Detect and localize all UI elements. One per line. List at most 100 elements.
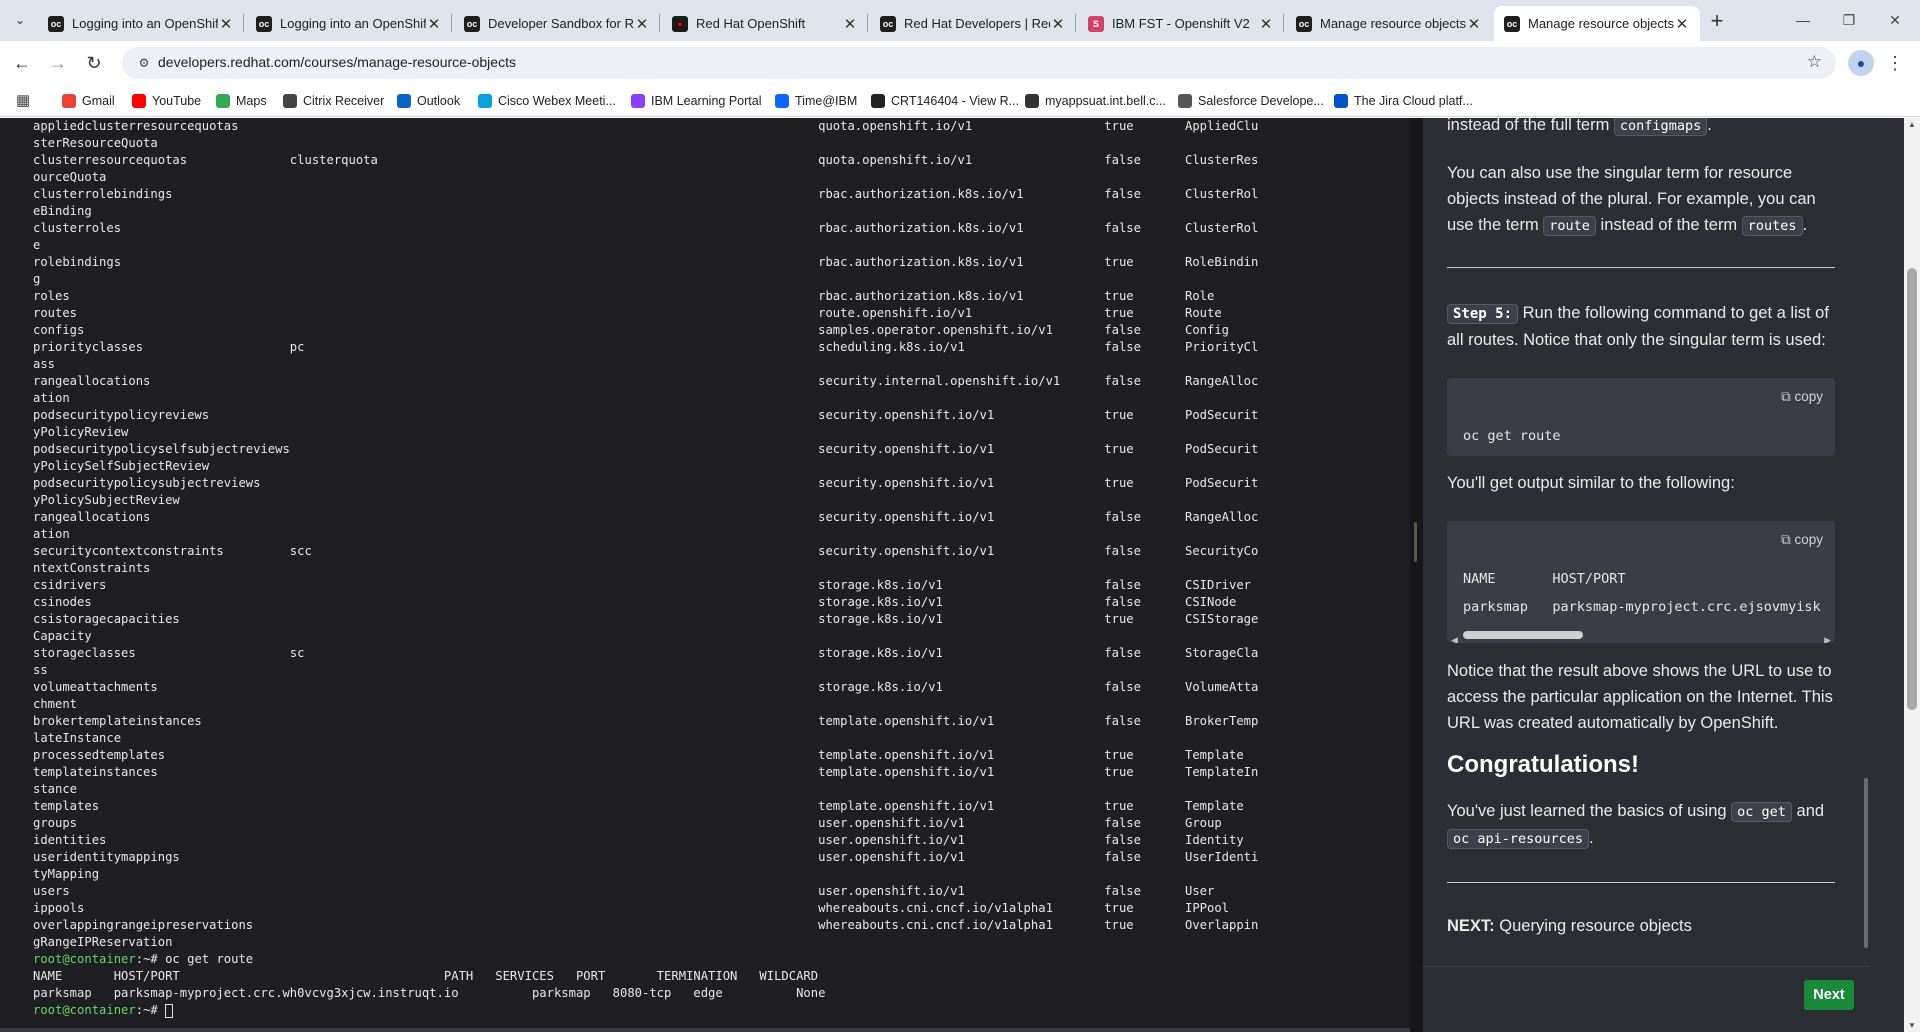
terminal-line: lateInstance [33,731,122,745]
reload-icon[interactable]: ↻ [80,49,108,77]
tab-close-icon[interactable]: ✕ [634,15,650,33]
scrollbar-thumb[interactable] [1463,631,1583,639]
scroll-up-icon[interactable]: ▲ [1908,120,1916,129]
copy-label: copy [1794,532,1823,547]
restore-icon[interactable]: ❐ [1826,8,1872,32]
browser-tab[interactable]: oc Manage resource objects ✕ [1494,6,1700,41]
copy-icon: ⧉ [1781,389,1791,404]
code-configmaps: configmaps [1613,118,1708,136]
paragraph-text: and [1791,802,1825,820]
paragraph-text: . [1707,118,1712,134]
bookmark-item[interactable]: Time@IBM [775,92,857,110]
terminal-cursor[interactable] [165,1003,174,1018]
page-scrollbar-thumb[interactable] [1907,268,1917,710]
bookmark-label: YouTube [152,94,202,108]
next-topic: Querying resource objects [1494,917,1692,935]
ibm-favicon-icon: S [1088,15,1104,32]
bookmark-item[interactable]: Citrix Receiver [283,92,384,110]
url-text[interactable]: developers.redhat.com/courses/manage-res… [158,54,516,70]
bookmark-item[interactable]: The Jira Cloud platf... [1334,92,1473,110]
panel-scrollbar[interactable] [1862,118,1870,948]
code-horizontal-scrollbar[interactable]: ◀ ▶ [1451,627,1831,643]
terminal-line: clusterresourcequotas clusterquota quota… [33,153,1259,167]
bookmark-item[interactable]: IBM Learning Portal [631,92,761,110]
code-route: route [1543,216,1596,236]
page-scrollbar[interactable]: ▲ ▼ [1904,118,1920,1032]
bookmarks-bar: ▦ Gmail YouTube Maps Citrix Receiver Outlook… [0,85,1920,117]
terminal-bottom-edge [0,1028,1410,1032]
output-code-block[interactable]: ⧉ copy NAME HOST/PORT parksmap parksmap-… [1447,521,1835,643]
bookmark-item[interactable]: Gmail [62,92,115,110]
tab-close-icon[interactable]: ✕ [1466,15,1482,33]
next-button[interactable]: Next [1804,980,1854,1010]
back-arrow-icon[interactable]: ← [8,49,36,77]
bookmark-item[interactable]: YouTube [132,92,201,110]
tab-close-icon[interactable]: ✕ [218,15,234,33]
ocp-favicon-icon: oc [1296,15,1312,32]
apps-grid-icon[interactable]: ▦ [16,92,34,110]
browser-tab[interactable]: ● Red Hat OpenShift ✕ [662,6,868,41]
browser-tab[interactable]: oc Logging into an OpenShift ✕ [38,6,244,41]
terminal-line: podsecuritypolicyselfsubjectreviews secu… [33,442,1259,456]
bookmark-favicon-icon [1178,94,1192,108]
browser-tab[interactable]: oc Manage resource objects ✕ [1286,6,1492,41]
panel-scrollbar-thumb[interactable] [1864,778,1868,948]
terminal-command: oc get route [165,952,254,966]
bookmark-favicon-icon [216,94,230,108]
bookmark-item[interactable]: Maps [216,92,267,110]
terminal-line: clusterrolebindings rbac.authorization.k… [33,187,1259,201]
browser-menu-icon[interactable]: ⋮ [1886,50,1904,76]
scroll-right-icon[interactable]: ▶ [1824,627,1831,643]
bookmark-favicon-icon [1334,94,1348,108]
bookmark-label: The Jira Cloud platf... [1354,94,1473,108]
bookmark-item[interactable]: myappsuat.int.bell.c... [1025,92,1166,110]
close-window-icon[interactable]: ✕ [1872,8,1918,32]
tab-label: Logging into an OpenShift [72,16,218,31]
browser-tab[interactable]: oc Developer Sandbox for Re ✕ [454,6,660,41]
scroll-down-icon[interactable]: ▼ [1908,1021,1916,1030]
bookmark-favicon-icon [397,94,411,108]
terminal-line: processedtemplates template.openshift.io… [33,748,1244,762]
terminal-line: users user.openshift.io/v1 false User [33,884,1215,898]
new-tab-icon[interactable]: + [1704,8,1730,34]
minimize-icon[interactable]: — [1780,8,1826,32]
tab-search-chevron-icon[interactable]: ⌄ [10,10,30,30]
site-info-icon[interactable]: ⚙ [136,55,152,71]
route-output-row: parksmap parksmap-myproject.crc.wh0vcvg3… [33,986,826,1000]
bookmark-item[interactable]: Cisco Webex Meeti... [478,92,616,110]
divider [1447,882,1835,883]
command-code-block[interactable]: ⧉ copy oc get route [1447,378,1835,456]
tab-close-icon[interactable]: ✕ [1258,15,1274,33]
profile-avatar-icon[interactable]: ● [1848,50,1874,76]
terminal-line: priorityclasses pc scheduling.k8s.io/v1 … [33,340,1259,354]
terminal-pane[interactable]: appliedclusterresourcequotas quota.opens… [0,118,1410,1032]
bookmark-star-icon[interactable]: ☆ [1807,52,1822,72]
bookmark-label: Cisco Webex Meeti... [498,94,616,108]
browser-tab[interactable]: S IBM FST - Openshift V2 ✕ [1078,6,1284,41]
tab-close-icon[interactable]: ✕ [426,15,442,33]
bookmark-item[interactable]: Outlook [397,92,460,110]
browser-tab[interactable]: oc Red Hat Developers | Red ✕ [870,6,1076,41]
pane-resize-handle[interactable] [1410,118,1423,1032]
scroll-left-icon[interactable]: ◀ [1451,627,1458,643]
terminal-line: storageclasses sc storage.k8s.io/v1 fals… [33,646,1259,660]
tab-close-icon[interactable]: ✕ [1674,15,1690,33]
address-bar[interactable]: ⚙ developers.redhat.com/courses/manage-r… [122,47,1836,79]
copy-button[interactable]: ⧉ copy [1781,527,1823,553]
browser-tab[interactable]: oc Logging into an OpenShift ✕ [246,6,452,41]
bookmark-label: Gmail [82,94,115,108]
bookmark-favicon-icon [775,94,789,108]
terminal-line: stance [33,782,78,796]
tab-close-icon[interactable]: ✕ [1050,15,1066,33]
resize-grip-icon[interactable] [1414,522,1417,562]
forward-arrow-icon[interactable]: → [44,49,72,77]
bookmark-item[interactable]: CRT146404 - View R... [871,92,1019,110]
prompt-suffix: :~# [135,1003,166,1017]
bookmark-item[interactable]: Salesforce Develope... [1178,92,1324,110]
copy-button[interactable]: ⧉ copy [1781,384,1823,410]
code-command[interactable]: oc get route [1463,423,1561,449]
next-label: NEXT: [1447,917,1495,935]
tab-close-icon[interactable]: ✕ [842,15,858,33]
terminal-line: useridentitymappings user.openshift.io/v… [33,850,1259,864]
terminal-line: rolebindings rbac.authorization.k8s.io/v… [33,255,1259,269]
